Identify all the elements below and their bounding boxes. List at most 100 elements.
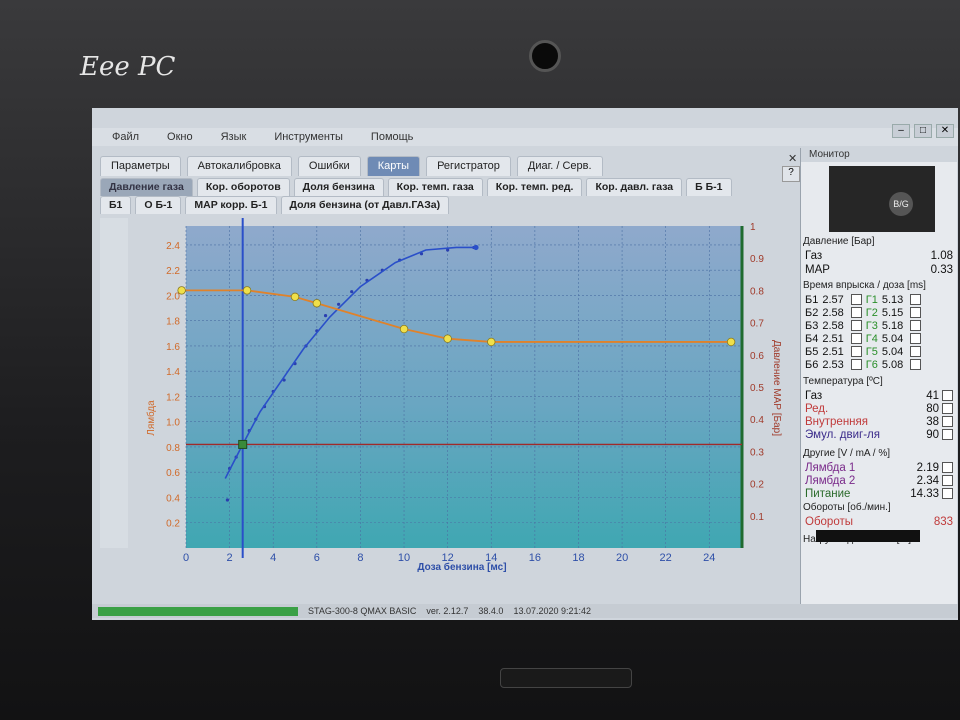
y-right-tick-label: 0.5: [750, 383, 764, 394]
orange-curve-node: [290, 292, 300, 302]
x-tick-label: 8: [357, 552, 363, 564]
tab-reducer-temp-correction[interactable]: Кор. темп. ред.: [486, 178, 583, 196]
cursor-marker: [238, 439, 248, 449]
petrol-injector-label: Б5: [805, 346, 819, 358]
x-tick-label: 18: [572, 552, 584, 564]
other-label: Лямбда 1: [805, 462, 856, 474]
tab-petrol-share[interactable]: Доля бензина: [293, 178, 384, 196]
tab-o-b1[interactable]: О Б-1: [135, 196, 182, 214]
menu-language[interactable]: Язык: [221, 131, 247, 143]
gas-injector-checkbox[interactable]: [910, 320, 922, 331]
other-row: Лямбда 1 2.19: [805, 462, 953, 474]
y-axis-left-label: Лямбда: [145, 400, 157, 436]
map-chart[interactable]: 0 2 4 6 8 10 12 14 16 18 20 22 24 0.2 0.4 0.6 0.8 1.0 1.2…: [102, 216, 792, 596]
tab-maps[interactable]: Карты: [366, 156, 421, 176]
x-axis-label: Доза бензина [мс]: [417, 561, 506, 573]
tab-errors[interactable]: Ошибки: [297, 156, 361, 176]
tab-parameters[interactable]: Параметры: [100, 156, 181, 176]
temperature-value: 90: [926, 429, 953, 441]
menu-file[interactable]: Файл: [112, 131, 139, 143]
orange-curve-node: [726, 337, 736, 347]
petrol-injector-value: 2.57: [822, 294, 844, 306]
petrol-injector-label: Б1: [805, 294, 819, 306]
gas-injector-value: 5.04: [881, 333, 904, 345]
temperature-checkbox[interactable]: [942, 403, 953, 415]
temperature-label: Эмул. двиг-ля: [805, 429, 880, 441]
y-left-tick-label: 0.8: [166, 443, 180, 454]
menu-window[interactable]: Окно: [167, 131, 193, 143]
rpm-label: Обороты: [805, 516, 853, 528]
chart-svg[interactable]: 0 2 4 6 8 10 12 14 16 18 20 22 24 0.20.40.60.81.01.2…: [102, 216, 792, 596]
x-tick-label: 22: [660, 552, 672, 564]
other-label: Лямбда 2: [805, 475, 856, 487]
gas-injector-value: 5.13: [881, 294, 904, 306]
tab-b-b1[interactable]: Б Б-1: [686, 178, 732, 196]
status-code: 38.4.0: [478, 606, 504, 616]
help-icon[interactable]: ?: [782, 166, 800, 182]
gas-injector-checkbox[interactable]: [910, 307, 922, 318]
menu-help[interactable]: Помощь: [371, 131, 414, 143]
petrol-injector-checkbox[interactable]: [850, 320, 862, 331]
minimize-icon[interactable]: –: [892, 124, 910, 138]
gas-injector-checkbox[interactable]: [910, 333, 922, 344]
gas-injector-label: Г2: [865, 307, 878, 319]
y-left-tick-label: 1.6: [166, 342, 180, 353]
tab-map-corr-b1[interactable]: MAP корр. Б-1: [185, 196, 277, 214]
y-left-tick-label: 0.6: [166, 468, 180, 479]
gas-injector-checkbox[interactable]: [910, 346, 922, 357]
gas-pressure-row: Газ 1.08: [805, 250, 953, 262]
x-tick-label: 6: [314, 552, 320, 564]
gas-injector-value: 5.04: [881, 346, 904, 358]
map-pressure-value: 0.33: [930, 264, 953, 276]
gas-injector-label: Г1: [865, 294, 878, 306]
petrol-injector-label: Б2: [805, 307, 819, 319]
gas-injector-label: Г5: [865, 346, 878, 358]
status-version: ver. 2.12.7: [426, 606, 469, 616]
tab-gas-pressure[interactable]: Давление газа: [100, 178, 193, 196]
y-left-tick-label: 1.0: [166, 418, 180, 429]
bg-switch-button[interactable]: B/G: [889, 192, 913, 216]
maximize-icon[interactable]: □: [914, 124, 932, 138]
petrol-injector-checkbox[interactable]: [850, 333, 862, 344]
temperature-checkbox[interactable]: [942, 416, 953, 428]
tab-gas-pressure-correction[interactable]: Кор. давл. газа: [586, 178, 683, 196]
x-tick-label: 24: [703, 552, 715, 564]
temperature-row: Эмул. двиг-ля 90: [805, 429, 953, 441]
tab-recorder[interactable]: Регистратор: [426, 156, 511, 176]
petrol-injector-value: 2.58: [822, 307, 844, 319]
scatter-point: [350, 290, 354, 294]
status-progress: [98, 606, 298, 616]
petrol-injector-checkbox[interactable]: [850, 346, 862, 357]
other-row: Лямбда 2 2.34: [805, 475, 953, 487]
orange-curve-node: [312, 299, 322, 308]
y-left-tick-label: 2.2: [166, 266, 180, 277]
other-checkbox[interactable]: [942, 488, 953, 500]
temperature-checkbox[interactable]: [942, 390, 953, 402]
tab-petrol-share-gas-pressure[interactable]: Доля бензина (от Давл.ГАЗа): [280, 196, 450, 214]
map-pressure-label: MAP: [805, 264, 830, 276]
gas-injector-label: Г3: [865, 320, 878, 332]
petrol-injector-checkbox[interactable]: [850, 359, 862, 370]
menu-tools[interactable]: Инструменты: [274, 131, 343, 143]
temperature-checkbox[interactable]: [942, 429, 953, 441]
tab-diag-service[interactable]: Диаг. / Серв.: [516, 156, 603, 176]
close-icon[interactable]: ✕: [936, 124, 954, 138]
tab-autocalibration[interactable]: Автокалибровка: [186, 156, 292, 176]
tab-b1[interactable]: Б1: [100, 196, 132, 214]
hinge-notch: [500, 668, 632, 688]
gas-injector-checkbox[interactable]: [910, 294, 922, 305]
y-right-tick-label: 0.4: [750, 415, 764, 426]
other-checkbox[interactable]: [942, 475, 953, 487]
tab-rpm-correction[interactable]: Кор. оборотов: [196, 178, 290, 196]
petrol-injector-checkbox[interactable]: [850, 294, 862, 305]
bg-switch-image: [829, 166, 935, 232]
injector-row: Б1 2.57 Г1 5.13: [805, 294, 922, 306]
temperature-value: 80: [926, 403, 953, 415]
rpm-row: Обороты 833: [805, 516, 953, 528]
x-tick-label: 16: [529, 552, 541, 564]
gas-injector-checkbox[interactable]: [910, 359, 922, 370]
close-panel-icon[interactable]: ✕: [788, 152, 797, 165]
tab-gas-temp-correction[interactable]: Кор. темп. газа: [387, 178, 483, 196]
petrol-injector-checkbox[interactable]: [850, 307, 862, 318]
other-checkbox[interactable]: [942, 462, 953, 474]
